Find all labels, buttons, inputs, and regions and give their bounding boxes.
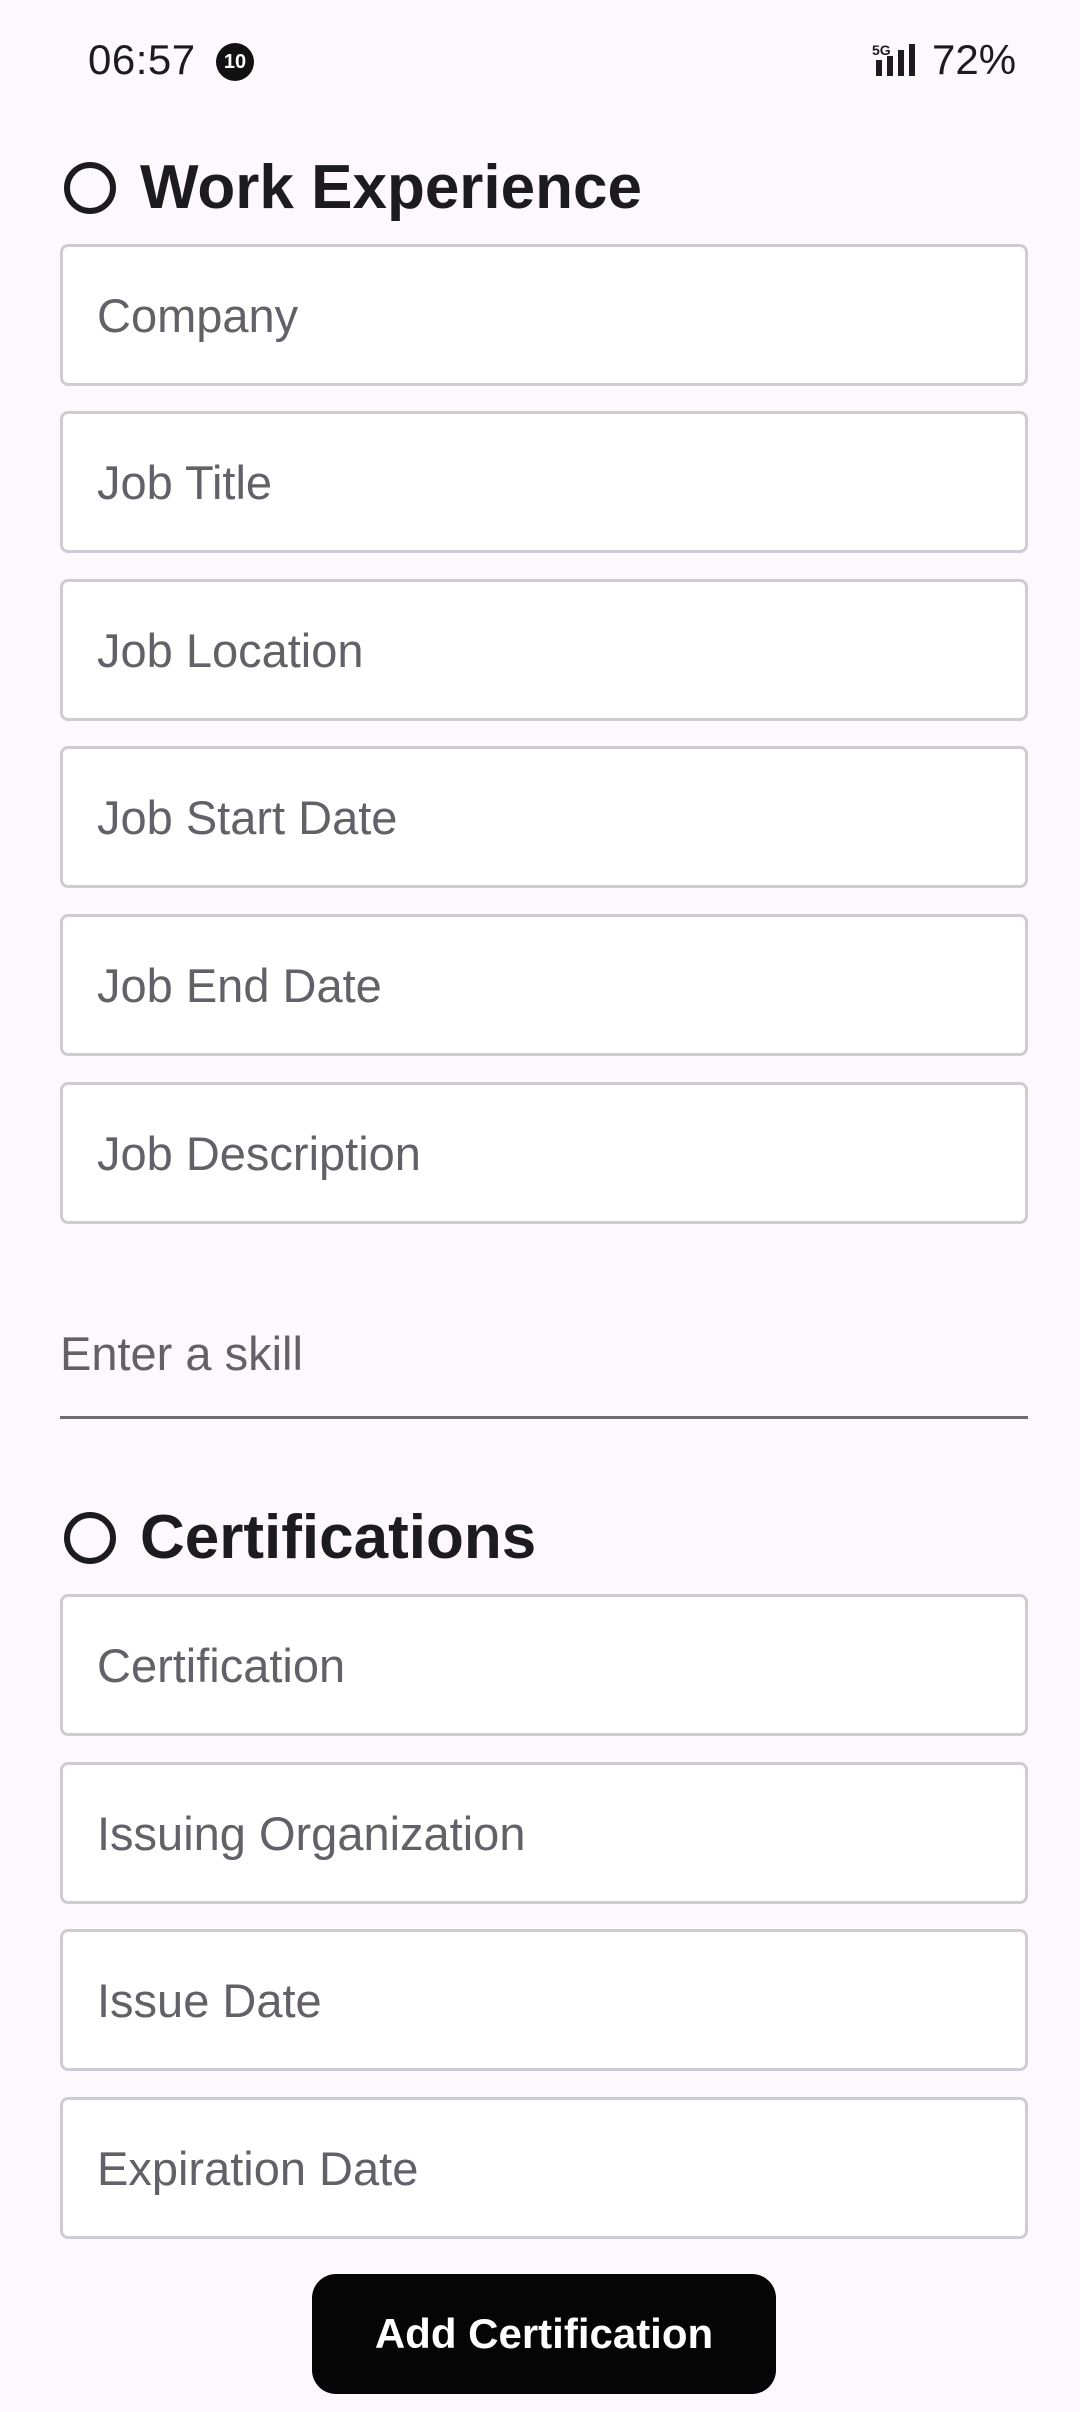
issue-date-input[interactable] (97, 1972, 1025, 2028)
job-end-date-input[interactable] (97, 957, 1025, 1013)
certifications-radio[interactable] (64, 1511, 116, 1564)
certification-input[interactable] (97, 1637, 1025, 1693)
work-experience-header: Work Experience (64, 152, 642, 223)
work-experience-radio[interactable] (64, 161, 116, 214)
company-field[interactable] (60, 244, 1028, 386)
network-type-label: 5G (872, 42, 891, 58)
certifications-header: Certifications (64, 1502, 536, 1573)
job-start-date-field[interactable] (60, 746, 1028, 888)
job-title-input[interactable] (97, 454, 1025, 510)
issue-date-field[interactable] (60, 1929, 1028, 2071)
job-location-input[interactable] (97, 622, 1025, 678)
job-description-field[interactable] (60, 1082, 1028, 1224)
job-start-date-input[interactable] (97, 789, 1025, 845)
status-bar: 06:57 10 5G 72% (0, 0, 1080, 120)
issuing-organization-field[interactable] (60, 1762, 1028, 1904)
job-title-field[interactable] (60, 411, 1028, 553)
company-input[interactable] (97, 287, 1025, 343)
job-location-field[interactable] (60, 579, 1028, 721)
job-description-input[interactable] (97, 1125, 1025, 1181)
skill-field[interactable] (60, 1290, 1028, 1419)
status-time: 06:57 (88, 36, 196, 83)
work-experience-title: Work Experience (140, 153, 642, 222)
certification-field[interactable] (60, 1594, 1028, 1736)
signal-5g-icon: 5G (872, 42, 915, 76)
add-certification-button[interactable]: Add Certification (312, 2274, 776, 2394)
certifications-title: Certifications (140, 1503, 537, 1572)
notification-count-badge: 10 (216, 43, 254, 81)
battery-percentage: 72% (932, 36, 1017, 83)
skill-input[interactable] (60, 1325, 1028, 1381)
expiration-date-field[interactable] (60, 2097, 1028, 2239)
job-end-date-field[interactable] (60, 914, 1028, 1056)
issuing-organization-input[interactable] (97, 1805, 1025, 1861)
expiration-date-input[interactable] (97, 2140, 1025, 2196)
